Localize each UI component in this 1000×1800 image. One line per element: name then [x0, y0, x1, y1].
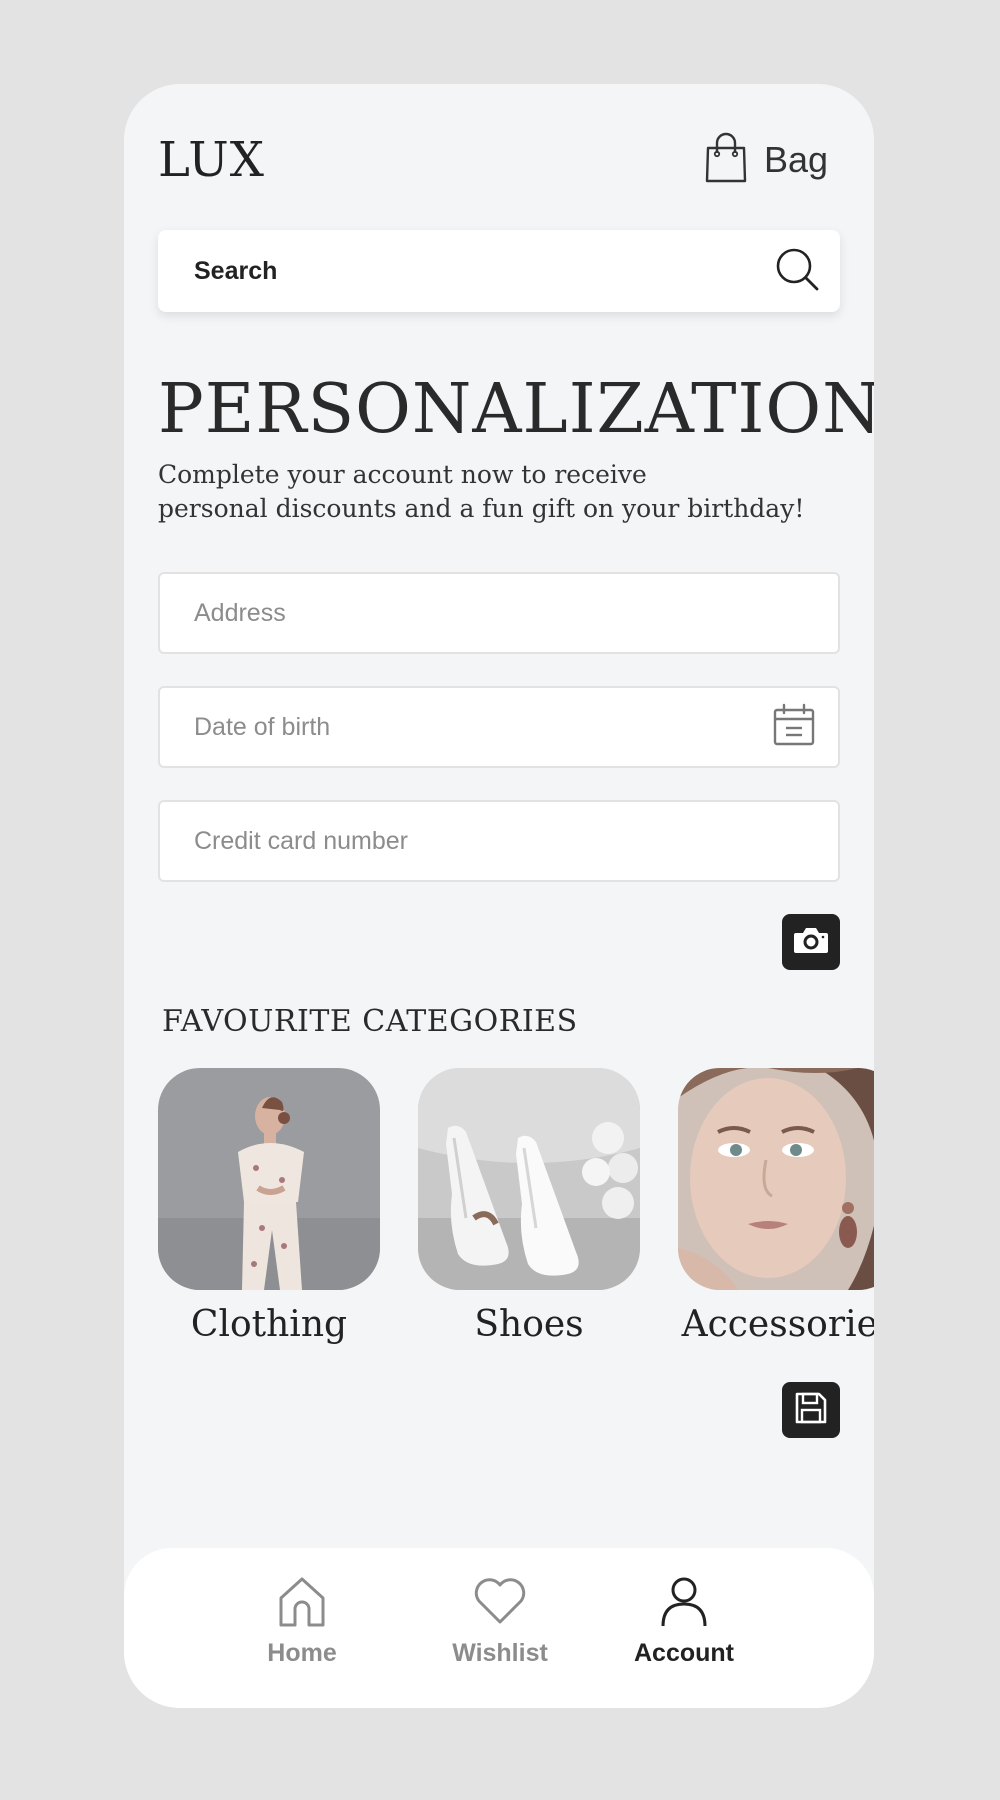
accessories-image: [678, 1068, 874, 1290]
save-icon: [794, 1391, 828, 1430]
subtitle-line-1: Complete your account now to receive: [158, 460, 647, 489]
address-field-wrapper: [158, 572, 840, 654]
shoes-image: [418, 1068, 640, 1290]
shopping-bag-icon: [704, 132, 748, 189]
bag-button[interactable]: Bag: [704, 130, 828, 190]
phone-screen: LUX Bag PERSONALIZATION Complete your ac…: [124, 84, 874, 1708]
nav-account[interactable]: Account: [614, 1576, 754, 1668]
home-icon: [277, 1576, 327, 1633]
calendar-icon[interactable]: [772, 703, 816, 752]
bag-label: Bag: [763, 139, 828, 180]
category-label: Shoes: [474, 1304, 584, 1345]
page-subtitle: Complete your account now to receive per…: [158, 458, 838, 526]
page-title: PERSONALIZATION: [158, 370, 874, 449]
user-icon: [659, 1576, 709, 1633]
app-header: LUX Bag: [158, 130, 828, 190]
search-bar: [158, 230, 840, 312]
nav-label: Home: [267, 1639, 337, 1667]
scan-card-button[interactable]: [782, 914, 840, 970]
address-field[interactable]: [194, 598, 754, 628]
category-label: Accessories: [681, 1304, 874, 1345]
category-accessories[interactable]: Accessories: [678, 1068, 874, 1345]
bottom-navigation: Home Wishlist Account: [124, 1548, 874, 1708]
credit-card-field[interactable]: [194, 826, 754, 856]
nav-wishlist[interactable]: Wishlist: [430, 1576, 570, 1668]
credit-card-field-wrapper: [158, 800, 840, 882]
save-button[interactable]: [782, 1382, 840, 1438]
logo: LUX: [158, 132, 265, 188]
clothing-image: [158, 1068, 380, 1290]
category-label: Clothing: [190, 1304, 348, 1345]
search-input[interactable]: [194, 256, 754, 286]
date-of-birth-field[interactable]: [194, 712, 754, 742]
search-icon[interactable]: [774, 246, 820, 297]
nav-home[interactable]: Home: [232, 1576, 372, 1668]
category-shoes[interactable]: Shoes: [418, 1068, 640, 1345]
category-clothing[interactable]: Clothing: [158, 1068, 380, 1345]
nav-label: Account: [634, 1639, 734, 1667]
categories-carousel: Clothing Shoes Accessorie: [158, 1068, 874, 1368]
subtitle-line-2: personal discounts and a fun gift on you…: [158, 494, 805, 523]
camera-icon: [793, 925, 829, 960]
dob-field-wrapper: [158, 686, 840, 768]
favourite-categories-title: FAVOURITE CATEGORIES: [162, 1004, 578, 1039]
nav-label: Wishlist: [452, 1639, 548, 1667]
heart-icon: [473, 1576, 527, 1633]
